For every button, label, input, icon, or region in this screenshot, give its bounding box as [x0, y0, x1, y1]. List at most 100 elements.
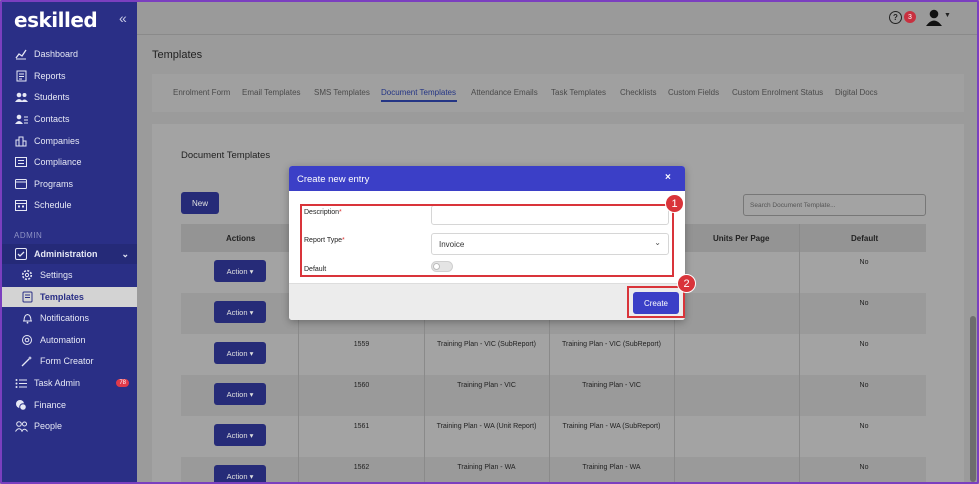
sidebar-item-label: Finance [34, 400, 67, 410]
table-row: Action ▾ 1562 Training Plan - WA Trainin… [181, 457, 926, 484]
sidebar-item-administration[interactable]: Administration ⌄ [2, 244, 137, 264]
sidebar-item-form-creator[interactable]: Form Creator [2, 351, 137, 371]
new-button[interactable]: New [181, 192, 219, 214]
students-icon [14, 90, 28, 104]
action-button[interactable]: Action ▾ [214, 260, 266, 282]
report-icon [14, 69, 28, 83]
sidebar-item-templates[interactable]: Templates [2, 287, 137, 307]
modal-header: Create new entry × [289, 166, 685, 191]
table-row: Action ▾ 1559 Training Plan - VIC (SubRe… [181, 334, 926, 375]
search-input[interactable]: Search Document Template... [743, 194, 926, 216]
column-header-actions: Actions [226, 234, 256, 243]
sidebar-item-label: Settings [40, 270, 73, 280]
chart-line-icon [14, 47, 28, 61]
sidebar-item-label: Task Admin [34, 378, 81, 388]
sidebar-item-contacts[interactable]: Contacts [2, 109, 137, 129]
tab-sms-templates[interactable]: SMS Templates [314, 88, 370, 97]
sidebar-item-programs[interactable]: Programs [2, 174, 137, 194]
admin-icon [14, 247, 28, 261]
cell-id: 1560 [353, 382, 370, 389]
sidebar-item-schedule[interactable]: Schedule [2, 195, 137, 215]
tab-task-templates[interactable]: Task Templates [551, 88, 606, 97]
cell-default: No [859, 464, 869, 471]
companies-icon [14, 134, 28, 148]
caret-down-icon[interactable]: ▼ [944, 12, 951, 19]
cell-default: No [859, 259, 869, 266]
sidebar-item-label: Students [34, 92, 70, 102]
cell-id: 1559 [353, 341, 370, 348]
action-button[interactable]: Action ▾ [214, 424, 266, 446]
people-icon [14, 419, 28, 433]
sidebar-item-label: Schedule [34, 200, 72, 210]
sidebar-item-label: Form Creator [40, 356, 94, 366]
sidebar-item-label: Companies [34, 136, 80, 146]
modal-footer: Create [289, 283, 685, 320]
tab-email-templates[interactable]: Email Templates [242, 88, 301, 97]
top-bar: ? 3 ▼ [137, 2, 977, 35]
sidebar-item-label: Compliance [34, 157, 82, 167]
task-count-badge: 78 [116, 379, 129, 387]
cell-name: Training Plan - VIC (SubReport) [437, 341, 536, 348]
annotation-marker: 1 [665, 194, 684, 213]
sidebar-item-settings[interactable]: Settings [2, 265, 137, 285]
action-button[interactable]: Action ▾ [214, 383, 266, 405]
tab-document-templates[interactable]: Document Templates [381, 88, 456, 97]
compliance-icon [14, 155, 28, 169]
tab-attendance-emails[interactable]: Attendance Emails [471, 88, 538, 97]
user-avatar-icon[interactable] [925, 9, 943, 31]
column-header-default: Default [851, 234, 879, 243]
sidebar-item-companies[interactable]: Companies [2, 131, 137, 151]
column-header-units-per-page: Units Per Page [713, 234, 770, 243]
cell-id: 1562 [353, 464, 370, 471]
annotation-marker: 2 [677, 274, 696, 293]
bell-icon [20, 311, 34, 325]
sidebar-item-label: People [34, 421, 63, 431]
column-divider [799, 224, 800, 484]
help-icon[interactable]: ? [889, 11, 902, 24]
cell-default: No [859, 341, 869, 348]
action-button[interactable]: Action ▾ [214, 342, 266, 364]
wand-icon [20, 354, 34, 368]
tab-custom-enrolment-status[interactable]: Custom Enrolment Status [732, 88, 823, 97]
sidebar-item-label: Reports [34, 71, 66, 81]
sidebar-item-finance[interactable]: Finance [2, 395, 137, 415]
sidebar-item-students[interactable]: Students [2, 87, 137, 107]
sidebar-item-notifications[interactable]: Notifications [2, 308, 137, 328]
sidebar-item-dashboard[interactable]: Dashboard [2, 44, 137, 64]
chevron-down-icon: ⌄ [121, 248, 129, 259]
sidebar-item-compliance[interactable]: Compliance [2, 152, 137, 172]
card-title: Document Templates [181, 150, 271, 161]
sidebar-item-label: Dashboard [34, 49, 79, 59]
cell-id: 1561 [353, 423, 370, 430]
template-icon [20, 290, 34, 304]
sidebar-item-automation[interactable]: Automation [2, 330, 137, 350]
sidebar: eskilled « Dashboard Reports Students Co… [2, 2, 137, 482]
page-title: Templates [152, 49, 203, 61]
scrollbar[interactable] [970, 316, 976, 482]
action-button[interactable]: Action ▾ [214, 301, 266, 323]
sidebar-item-label: Automation [40, 335, 86, 345]
close-icon[interactable]: × [665, 172, 671, 183]
tab-enrolment-form[interactable]: Enrolment Form [173, 88, 230, 97]
tab-custom-fields[interactable]: Custom Fields [668, 88, 719, 97]
tab-checklists[interactable]: Checklists [620, 88, 656, 97]
collapse-sidebar-icon[interactable]: « [119, 10, 127, 26]
modal-title: Create new entry [297, 174, 370, 185]
cell-name: Training Plan - WA [457, 464, 516, 471]
notification-badge: 3 [904, 11, 916, 23]
cell-name: Training Plan - VIC [457, 382, 516, 389]
sidebar-item-task-admin[interactable]: Task Admin 78 [2, 373, 137, 393]
highlight-box-form [300, 204, 674, 277]
cell-filename: Training Plan - WA [582, 464, 641, 471]
action-button[interactable]: Action ▾ [214, 465, 266, 484]
cell-filename: Training Plan - VIC [582, 382, 641, 389]
tab-digital-docs[interactable]: Digital Docs [835, 88, 878, 97]
sidebar-item-label: Notifications [40, 313, 90, 323]
sidebar-item-reports[interactable]: Reports [2, 66, 137, 86]
table-row: Action ▾ 1561 Training Plan - WA (Unit R… [181, 416, 926, 457]
schedule-icon [14, 198, 28, 212]
logo: eskilled [14, 8, 98, 32]
sidebar-item-people[interactable]: People [2, 416, 137, 436]
cell-filename: Training Plan - VIC (SubReport) [562, 341, 661, 348]
cell-default: No [859, 382, 869, 389]
